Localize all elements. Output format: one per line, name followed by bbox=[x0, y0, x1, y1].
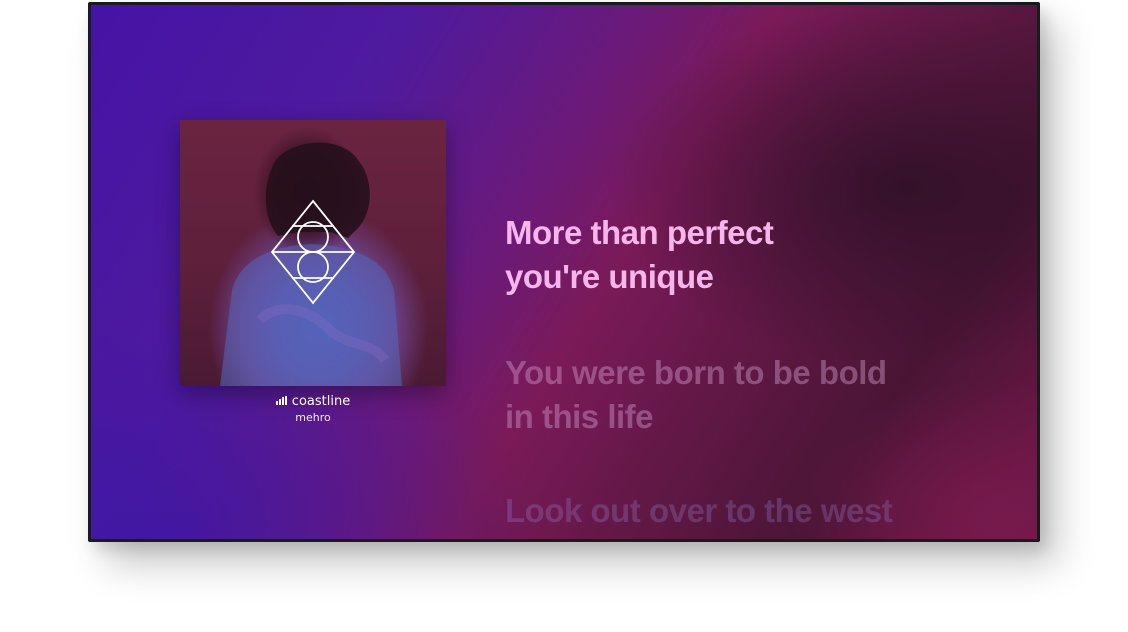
lyric-line: you're unique bbox=[505, 258, 714, 295]
lyric-next[interactable]: You were born to be bold in this life bbox=[505, 351, 1005, 439]
track-info: coastline mehro bbox=[180, 394, 446, 425]
lyrics-panel: More than perfect you're unique You were… bbox=[505, 211, 1005, 533]
lyric-line: Look out over to the west bbox=[505, 492, 893, 529]
album-artwork bbox=[180, 120, 446, 386]
lyric-upcoming[interactable]: Look out over to the west bbox=[505, 489, 1005, 533]
lyric-line: You were born to be bold bbox=[505, 354, 887, 391]
track-title-row: coastline bbox=[180, 394, 446, 410]
tv-frame: coastline mehro More than perfect you're… bbox=[88, 2, 1040, 542]
now-playing-screen: coastline mehro More than perfect you're… bbox=[91, 5, 1037, 539]
lyric-line: in this life bbox=[505, 398, 654, 435]
track-title: coastline bbox=[291, 394, 351, 409]
lyric-current[interactable]: More than perfect you're unique bbox=[505, 211, 1005, 299]
equalizer-bars-icon bbox=[275, 396, 288, 405]
track-artist: mehro bbox=[295, 411, 331, 424]
diamond-circles-logo-icon bbox=[220, 142, 402, 386]
lyric-line: More than perfect bbox=[505, 214, 774, 251]
